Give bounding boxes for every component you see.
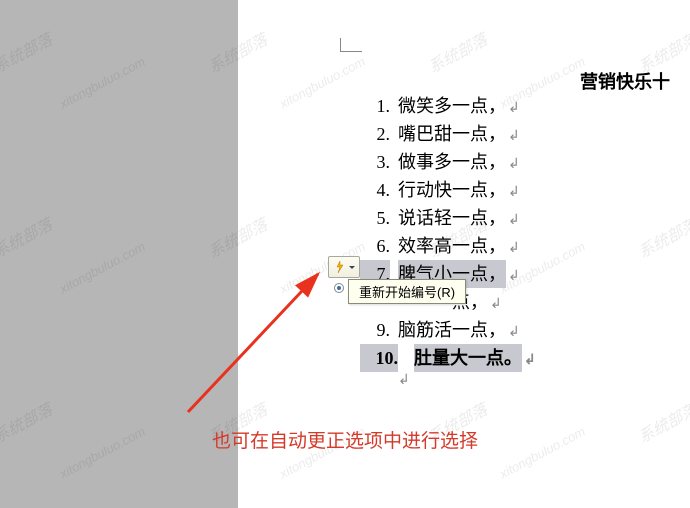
- list-number: 2.: [360, 120, 390, 148]
- page-margin-mark: [340, 38, 362, 52]
- paragraph-mark-icon: ↲: [508, 205, 520, 233]
- paragraph-mark-icon: ↲: [508, 261, 520, 289]
- list-text: 脑筋活一点，: [398, 316, 506, 344]
- autocorrect-smart-tag[interactable]: [328, 256, 360, 278]
- list-text: 效率高一点，: [398, 232, 506, 260]
- list-text: 嘴巴甜一点，: [398, 120, 506, 148]
- numbered-list: 1. 微笑多一点， ↲ 2. 嘴巴甜一点， ↲ 3. 做事多一点， ↲ 4. 行…: [360, 92, 536, 372]
- list-number: 6.: [360, 232, 390, 260]
- paragraph-mark-icon: ↲: [508, 177, 520, 205]
- list-item[interactable]: 6. 效率高一点， ↲: [360, 232, 536, 260]
- list-text: 肚量大一点。: [414, 344, 522, 372]
- list-item[interactable]: 3. 做事多一点， ↲: [360, 148, 536, 176]
- annotation-caption: 也可在自动更正选项中进行选择: [212, 426, 478, 453]
- paragraph-mark-icon: ↲: [508, 233, 520, 261]
- paragraph-mark-icon: ↲: [490, 289, 502, 317]
- list-text: 行动快一点，: [398, 176, 506, 204]
- radio-indicator-icon: [334, 283, 344, 293]
- list-item[interactable]: 5. 说话轻一点， ↲: [360, 204, 536, 232]
- list-number: 10.: [360, 344, 398, 372]
- paragraph-mark-icon: ↲: [398, 372, 410, 389]
- list-number: 1.: [360, 92, 390, 120]
- paragraph-mark-icon: ↲: [508, 149, 520, 177]
- list-item[interactable]: 9. 脑筋活一点， ↲: [360, 316, 536, 344]
- list-item-selected[interactable]: 10. 肚量大一点。 ↲: [360, 344, 536, 372]
- restart-numbering-tooltip[interactable]: 重新开始编号(R): [348, 279, 466, 304]
- document-title: 营销快乐十: [580, 68, 670, 94]
- list-text: 微笑多一点，: [398, 92, 506, 120]
- list-text: 做事多一点，: [398, 148, 506, 176]
- paragraph-mark-icon: ↲: [524, 345, 536, 373]
- list-number: 9.: [360, 316, 390, 344]
- list-item[interactable]: 2. 嘴巴甜一点， ↲: [360, 120, 536, 148]
- list-number: 4.: [360, 176, 390, 204]
- list-item[interactable]: 1. 微笑多一点， ↲: [360, 92, 536, 120]
- lightning-icon: [333, 260, 347, 274]
- paragraph-mark-icon: ↲: [508, 317, 520, 345]
- list-number: 3.: [360, 148, 390, 176]
- paragraph-mark-icon: ↲: [508, 93, 520, 121]
- list-number: 5.: [360, 204, 390, 232]
- list-text: 说话轻一点，: [398, 204, 506, 232]
- dropdown-arrow-icon: [349, 266, 355, 269]
- paragraph-mark-icon: ↲: [508, 121, 520, 149]
- list-item[interactable]: 4. 行动快一点， ↲: [360, 176, 536, 204]
- tooltip-text: 重新开始编号(R): [359, 285, 455, 300]
- left-margin-area: [0, 0, 238, 508]
